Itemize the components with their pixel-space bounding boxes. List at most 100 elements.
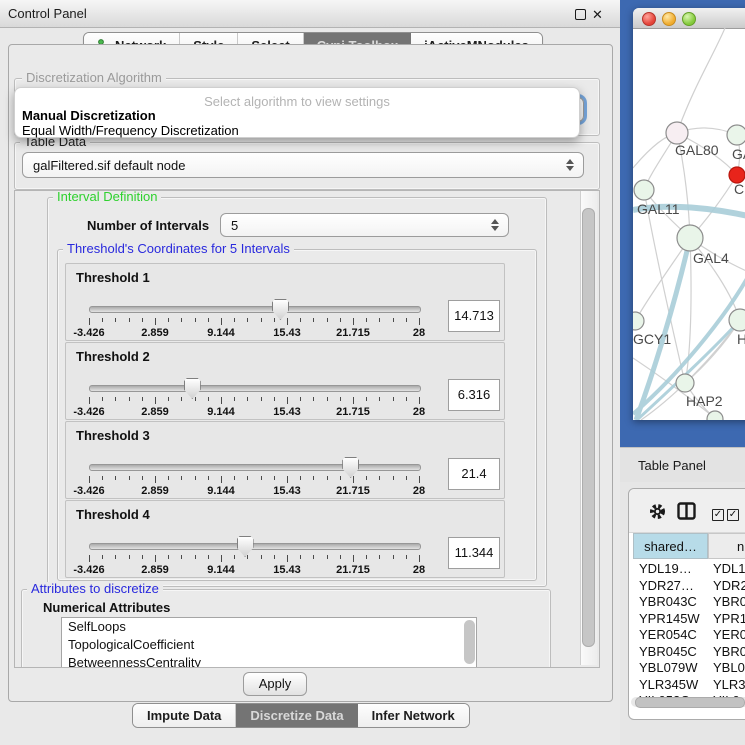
network-node[interactable]: [666, 122, 688, 144]
slider-ticks: [89, 555, 419, 563]
slider-tick: [168, 555, 169, 559]
threshold-value-field[interactable]: 6.316: [448, 379, 500, 411]
network-node-label: H: [737, 331, 745, 347]
table-row[interactable]: YDR27…YDR2: [629, 578, 745, 595]
slider-tick-label: 9.144: [207, 327, 235, 339]
slider-tick: [89, 476, 90, 483]
table-row[interactable]: YER054CYER0: [629, 627, 745, 644]
checkbox-icon[interactable]: ✓: [727, 509, 739, 521]
cell-shared-name: YBL079W: [639, 660, 698, 675]
threshold-slider[interactable]: -3.4262.8599.14415.4321.71528: [89, 306, 419, 340]
threshold-slider[interactable]: -3.4262.8599.14415.4321.71528: [89, 385, 419, 419]
table-hscrollbar-track[interactable]: [631, 697, 745, 707]
attribute-list-item[interactable]: SelfLoops: [62, 618, 476, 636]
network-node[interactable]: [727, 125, 745, 145]
network-node[interactable]: [676, 374, 694, 392]
slider-tick: [129, 555, 130, 559]
number-of-intervals-combobox[interactable]: 5: [220, 213, 509, 237]
table-row[interactable]: YBL079W YBL0: [629, 660, 745, 677]
network-edges: [633, 28, 745, 420]
network-node[interactable]: [633, 312, 644, 330]
slider-tick: [115, 476, 116, 480]
slider-tick: [261, 476, 262, 480]
table-row[interactable]: YLR345WYLR3: [629, 677, 745, 694]
threshold-slider[interactable]: -3.4262.8599.14415.4321.71528: [89, 543, 419, 577]
network-canvas[interactable]: GAL80GACGAL11GAL4GCY1HHAP2: [633, 28, 745, 420]
network-node[interactable]: [677, 225, 703, 251]
slider-tick: [261, 397, 262, 401]
slider-tick-label: 2.859: [141, 564, 169, 576]
slider-tick: [247, 318, 248, 322]
threshold-value-field[interactable]: 14.713: [448, 300, 500, 332]
slider-tick: [208, 555, 209, 559]
cell-name: YBL0: [713, 660, 745, 675]
slider-tick: [221, 397, 222, 404]
slider-tick: [234, 397, 235, 401]
slider-tick: [274, 318, 275, 322]
slider-tick-label: 15.43: [273, 327, 301, 339]
close-panel-icon[interactable]: ✕: [592, 9, 603, 20]
slider-tick: [247, 476, 248, 480]
slider-tick: [195, 397, 196, 401]
column-header-name[interactable]: n: [708, 533, 745, 559]
table-row[interactable]: YBR043CYBR0: [629, 594, 745, 611]
table-row[interactable]: YDL19…YDL1: [629, 561, 745, 578]
split-columns-icon[interactable]: [677, 502, 696, 520]
numerical-attributes-list[interactable]: SelfLoopsTopologicalCoefficientBetweenne…: [61, 617, 477, 668]
slider-tick: [155, 555, 156, 562]
list-scrollbar[interactable]: [464, 620, 475, 664]
slider-handle[interactable]: [272, 299, 289, 320]
network-node[interactable]: [729, 309, 745, 331]
numerical-attributes-label: Numerical Attributes: [43, 600, 170, 615]
slider-tick: [234, 555, 235, 559]
slider-handle[interactable]: [184, 378, 201, 399]
slider-tick: [234, 476, 235, 480]
slider-tick-labels: -3.4262.8599.14415.4321.71528: [89, 406, 419, 418]
checkbox-icon[interactable]: ✓: [712, 509, 724, 521]
slider-tick-labels: -3.4262.8599.14415.4321.71528: [89, 327, 419, 339]
zoom-window-icon[interactable]: [682, 12, 696, 26]
tab-infer-network[interactable]: Infer Network: [358, 704, 469, 727]
slider-handle[interactable]: [342, 457, 359, 478]
slider-tick: [168, 397, 169, 401]
slider-tick: [393, 555, 394, 559]
thresholds-group-label: Threshold's Coordinates for 5 Intervals: [63, 242, 294, 255]
slider-tick: [300, 397, 301, 401]
cell-name: YBR0: [713, 594, 745, 609]
settings-scrollbar-thumb[interactable]: [582, 208, 595, 647]
table-data-combobox[interactable]: galFiltered.sif default node: [22, 152, 584, 178]
slider-tick: [353, 318, 354, 325]
column-header-shared-name[interactable]: shared…: [633, 533, 708, 559]
slider-tick: [234, 318, 235, 322]
threshold-value-field[interactable]: 11.344: [448, 537, 500, 569]
tab-impute-data[interactable]: Impute Data: [133, 704, 236, 727]
slider-tick: [313, 318, 314, 322]
slider-tick: [366, 555, 367, 559]
table-hscrollbar-thumb[interactable]: [635, 697, 745, 708]
attribute-list-item[interactable]: BetweennessCentrality: [62, 654, 476, 668]
gear-icon[interactable]: [649, 503, 666, 520]
cell-name: YDL1: [713, 561, 745, 576]
tab-discretize-data[interactable]: Discretize Data: [236, 704, 357, 727]
table-row[interactable]: YBR045CYBR0: [629, 644, 745, 661]
slider-tick: [102, 476, 103, 480]
minimize-window-icon[interactable]: [662, 12, 676, 26]
discretization-algorithm-label: Discretization Algorithm: [22, 71, 166, 84]
attribute-list-item[interactable]: TopologicalCoefficient: [62, 636, 476, 654]
slider-tick: [221, 476, 222, 483]
float-panel-icon[interactable]: [575, 9, 586, 20]
threshold-value-field[interactable]: 21.4: [448, 458, 500, 490]
table-row[interactable]: YPR145WYPR1: [629, 611, 745, 628]
dropdown-option-manual[interactable]: Manual Discretization: [18, 108, 160, 123]
threshold-panel: Threshold 2 -3.4262.8599.14415.4321.7152…: [65, 342, 505, 420]
slider-tick: [181, 476, 182, 480]
apply-button[interactable]: Apply: [243, 672, 307, 696]
slider-handle[interactable]: [237, 536, 254, 557]
threshold-slider[interactable]: -3.4262.8599.14415.4321.71528: [89, 464, 419, 498]
slider-tick: [340, 555, 341, 559]
network-node[interactable]: [634, 180, 654, 200]
close-window-icon[interactable]: [642, 12, 656, 26]
slider-tick: [102, 397, 103, 401]
slider-track: [89, 543, 421, 550]
dropdown-option-equal-width[interactable]: Equal Width/Frequency Discretization: [18, 123, 243, 138]
